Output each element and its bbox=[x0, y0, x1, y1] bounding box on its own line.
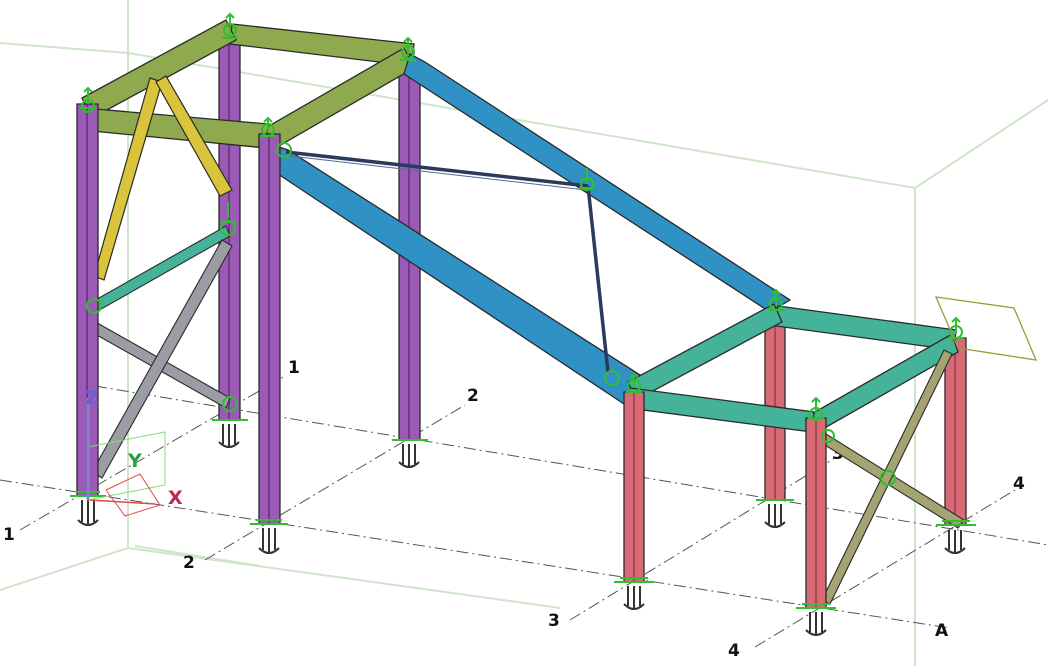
beam-teal-back[interactable] bbox=[775, 305, 957, 351]
grid-label-a: A bbox=[935, 621, 949, 641]
structure-viewport[interactable]: 1 1 2 2 3 3 4 4 A B bbox=[0, 0, 1048, 666]
grid-label-1-top: 1 bbox=[288, 358, 300, 378]
beam-teal-left-side[interactable] bbox=[627, 303, 783, 401]
yellow-braces bbox=[93, 75, 233, 281]
grid-label-2-left: 2 bbox=[183, 553, 195, 573]
base-plate bbox=[764, 504, 786, 528]
base-plate bbox=[77, 500, 99, 526]
grid-lines bbox=[0, 375, 1048, 648]
beam-olive-left-side[interactable] bbox=[81, 19, 237, 119]
triad-x-label: X bbox=[168, 487, 183, 509]
small-braces bbox=[87, 225, 233, 479]
base-plate bbox=[218, 424, 240, 448]
base-plate bbox=[944, 530, 966, 554]
teal-beams bbox=[627, 303, 959, 435]
grid-label-2-top: 2 bbox=[467, 386, 479, 406]
triad-y-label: Y bbox=[127, 450, 142, 472]
base-plate bbox=[258, 528, 280, 554]
base-plate bbox=[398, 444, 420, 468]
base-plate bbox=[623, 586, 645, 610]
base-plate bbox=[805, 612, 827, 636]
grid-label-3-bottom: 3 bbox=[548, 611, 560, 631]
grid-label-4-bottom: 4 bbox=[728, 641, 740, 661]
olive-beams bbox=[81, 19, 415, 151]
triad-z-label: Z bbox=[85, 387, 99, 409]
grid-label-1-left: 1 bbox=[3, 525, 15, 545]
grid-label-4-right: 4 bbox=[1013, 474, 1025, 494]
brace-khaki-1[interactable] bbox=[819, 433, 965, 529]
beam-teal-front[interactable] bbox=[627, 387, 815, 433]
